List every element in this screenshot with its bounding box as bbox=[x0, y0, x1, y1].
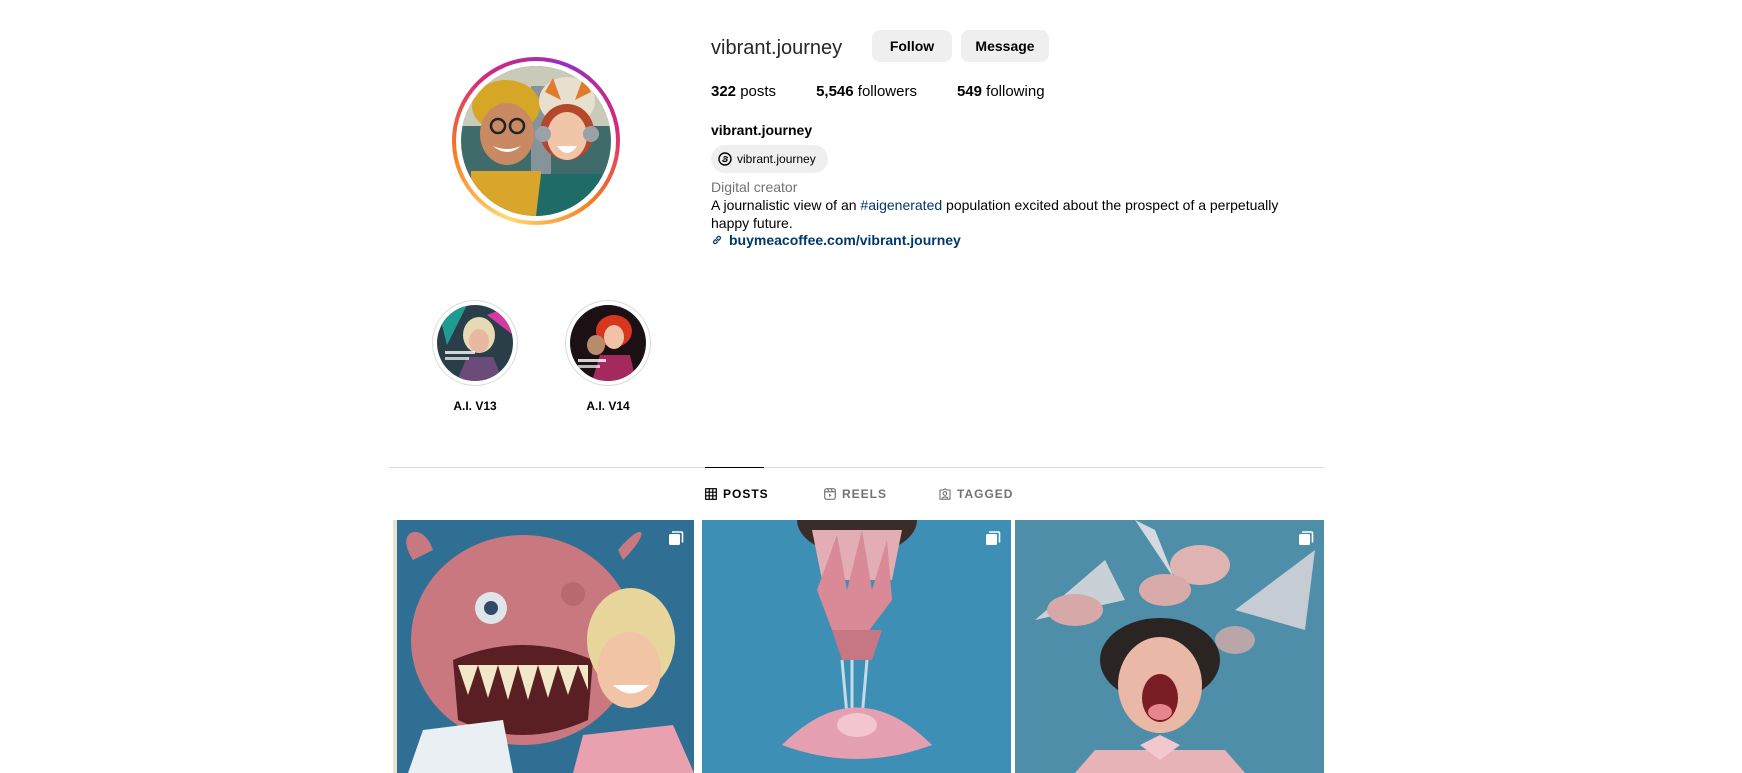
highlight-cover bbox=[570, 305, 646, 381]
profile-username: vibrant.journey bbox=[711, 37, 843, 59]
tab-tagged-label: TAGGED bbox=[957, 487, 1014, 501]
following-link[interactable]: 549 following bbox=[957, 83, 1045, 101]
active-tab-indicator bbox=[705, 467, 764, 468]
tab-posts-label: POSTS bbox=[723, 487, 769, 501]
highlight-ring bbox=[565, 300, 651, 386]
tagged-icon bbox=[939, 488, 951, 500]
posts-count: 322 posts bbox=[711, 83, 776, 101]
followers-link[interactable]: 5,546 followers bbox=[816, 83, 917, 101]
grid-icon bbox=[705, 488, 717, 500]
post-thumbnail[interactable] bbox=[1015, 520, 1324, 773]
profile-bio: A journalistic view of an #aigenerated p… bbox=[711, 196, 1301, 232]
tab-reels-label: REELS bbox=[842, 487, 888, 501]
highlight-item[interactable]: A.I. V14 bbox=[565, 300, 651, 414]
followers-count-label: followers bbox=[853, 83, 917, 100]
tab-reels[interactable]: REELS bbox=[824, 486, 887, 502]
bio-text-start: A journalistic view of an bbox=[711, 197, 861, 213]
external-link[interactable]: buymeacoffee.com/vibrant.journey bbox=[711, 231, 961, 249]
link-icon bbox=[711, 234, 723, 246]
highlight-label: A.I. V14 bbox=[586, 399, 630, 413]
avatar-photo bbox=[461, 66, 611, 216]
posts-count-label: posts bbox=[736, 83, 777, 100]
following-count-label: following bbox=[982, 83, 1045, 100]
profile-full-name: vibrant.journey bbox=[711, 122, 813, 138]
post-thumbnail[interactable] bbox=[702, 520, 1011, 773]
tab-tagged[interactable]: TAGGED bbox=[939, 486, 1013, 502]
posts-count-number: 322 bbox=[711, 83, 737, 100]
follow-button[interactable]: Follow bbox=[872, 30, 952, 62]
following-count-number: 549 bbox=[956, 83, 982, 100]
carousel-icon bbox=[985, 530, 1001, 546]
threads-handle: vibrant.journey bbox=[737, 152, 816, 166]
highlight-label: A.I. V13 bbox=[453, 399, 497, 413]
bio-hashtag-link[interactable]: #aigenerated bbox=[860, 197, 942, 213]
highlight-cover bbox=[437, 305, 513, 381]
highlight-ring bbox=[432, 300, 518, 386]
highlight-item[interactable]: A.I. V13 bbox=[432, 300, 518, 414]
threads-icon bbox=[718, 152, 732, 166]
reels-icon bbox=[824, 488, 836, 500]
tabs-divider bbox=[389, 467, 1324, 468]
threads-badge[interactable]: vibrant.journey bbox=[711, 145, 828, 173]
carousel-icon bbox=[668, 530, 684, 546]
tab-posts[interactable]: POSTS bbox=[705, 486, 769, 502]
carousel-icon bbox=[1298, 530, 1314, 546]
profile-avatar[interactable] bbox=[452, 57, 620, 225]
message-button[interactable]: Message bbox=[961, 30, 1049, 62]
profile-stats: 322 posts 5,546 followers 549 following bbox=[711, 83, 1085, 101]
post-thumbnail[interactable] bbox=[393, 520, 694, 773]
profile-category: Digital creator bbox=[711, 179, 798, 195]
profile-page: vibrant.journey Follow Message 322 posts… bbox=[0, 0, 1742, 773]
followers-count-number: 5,546 bbox=[816, 83, 854, 100]
external-link-text: buymeacoffee.com/vibrant.journey bbox=[729, 232, 961, 248]
